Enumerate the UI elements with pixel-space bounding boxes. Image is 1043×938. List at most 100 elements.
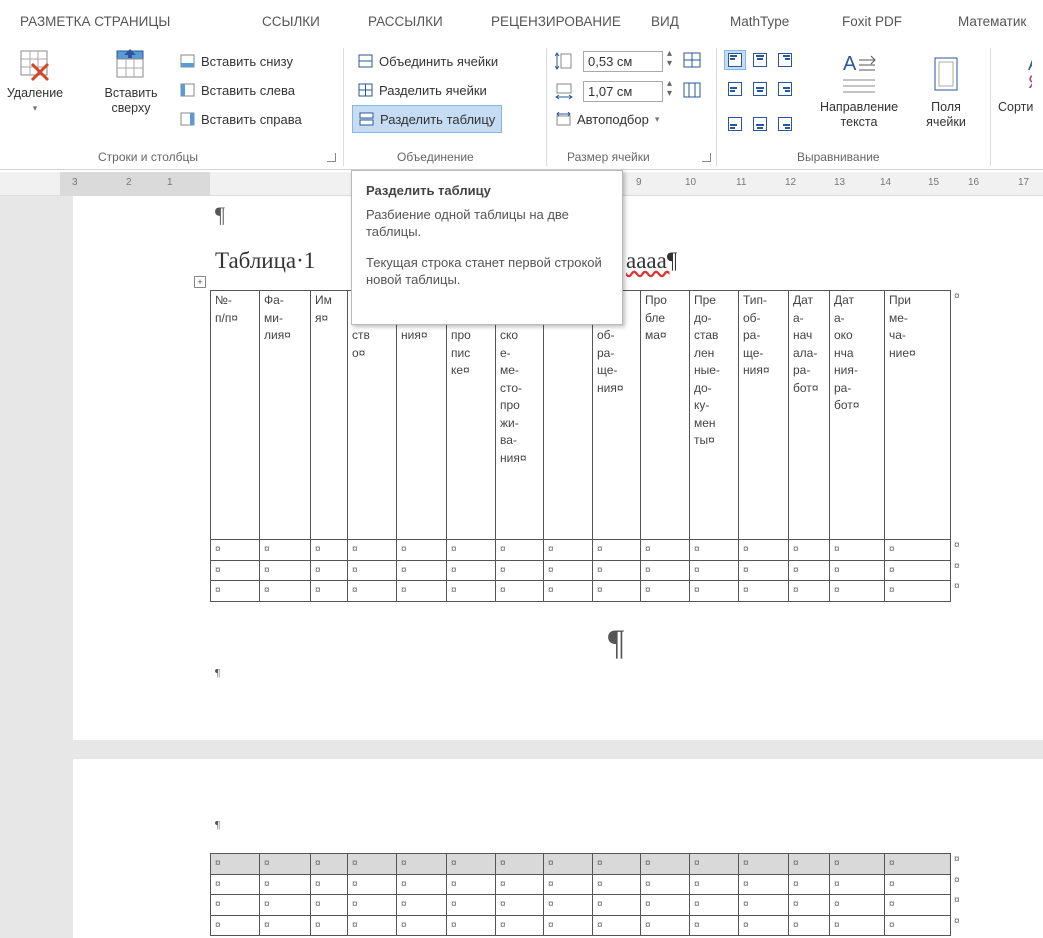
table-cell[interactable]: ¤ <box>446 853 496 875</box>
table-cell[interactable]: ¤ <box>592 873 641 895</box>
table-cell[interactable]: ¤ <box>738 559 789 581</box>
table-cell[interactable]: ¤ <box>689 853 739 875</box>
table-cell[interactable]: ¤ <box>396 580 447 602</box>
align-top-right-icon[interactable] <box>778 53 792 67</box>
table-cell[interactable]: ¤ <box>210 559 260 581</box>
table-cell[interactable]: ¤ <box>259 853 311 875</box>
table-cell[interactable]: ¤ <box>689 539 739 561</box>
table-row[interactable]: ¤ ¤ ¤ ¤ ¤ ¤ ¤ ¤ ¤ ¤ ¤ ¤ ¤ ¤ ¤ <box>210 559 951 581</box>
table-cell[interactable]: ¤ <box>738 580 789 602</box>
rows-columns-launcher-icon[interactable] <box>327 153 336 162</box>
table-header-cell[interactable]: Им я¤ <box>310 290 348 540</box>
table-header-cell[interactable]: Тип- об- ра- ще- ния¤ <box>738 290 789 540</box>
delete-button[interactable]: Удаление ▾ <box>4 48 66 116</box>
table-header-row[interactable]: №- п/п¤Фа- ми- лия¤Им я¤ че ств о¤ де- н… <box>210 290 951 540</box>
split-cells-button[interactable]: Разделить ячейки <box>358 79 487 101</box>
table-cell[interactable]: ¤ <box>829 580 885 602</box>
tab-math[interactable]: Математик <box>958 14 1026 29</box>
table-move-handle-icon[interactable]: + <box>194 276 206 288</box>
tab-view[interactable]: ВИД <box>651 14 679 29</box>
table-cell[interactable]: ¤ <box>347 853 397 875</box>
table-cell[interactable]: ¤ <box>210 580 260 602</box>
table-cell[interactable]: ¤ <box>347 559 397 581</box>
table-cell[interactable]: ¤ <box>592 539 641 561</box>
table-cell[interactable]: ¤ <box>829 853 885 875</box>
table-cell[interactable]: ¤ <box>640 580 690 602</box>
table-cell[interactable]: ¤ <box>495 914 544 936</box>
table-cell[interactable]: ¤ <box>788 559 830 581</box>
table-cell[interactable]: ¤ <box>592 894 641 916</box>
table-cell[interactable]: ¤ <box>640 559 690 581</box>
table-cell[interactable]: ¤ <box>310 894 348 916</box>
table-row[interactable]: ¤ ¤ ¤ ¤ ¤ ¤ ¤ ¤ ¤ ¤ ¤ ¤ ¤ ¤ ¤ <box>210 894 951 916</box>
table-cell[interactable]: ¤ <box>210 873 260 895</box>
table-cell[interactable]: ¤ <box>543 559 593 581</box>
table-cell[interactable]: ¤ <box>446 580 496 602</box>
table-cell[interactable]: ¤ <box>689 873 739 895</box>
table-cell[interactable]: ¤ <box>495 873 544 895</box>
table-cell[interactable]: ¤ <box>788 914 830 936</box>
insert-left-button[interactable]: Вставить слева <box>180 79 295 101</box>
table-header-cell[interactable]: Про бле ма¤ <box>640 290 690 540</box>
table-cell[interactable]: ¤ <box>446 873 496 895</box>
table-cell[interactable]: ¤ <box>543 539 593 561</box>
table-cell[interactable]: ¤ <box>829 873 885 895</box>
row-height-input[interactable]: 0,53 см <box>583 51 663 72</box>
table-cell[interactable]: ¤ <box>210 853 260 875</box>
table-header-cell[interactable]: №- п/п¤ <box>210 290 260 540</box>
table-cell[interactable]: ¤ <box>738 853 789 875</box>
table-cell[interactable]: ¤ <box>396 894 447 916</box>
table-header-cell[interactable]: Дат а- нач ала- ра- бот¤ <box>788 290 830 540</box>
table-header-cell[interactable]: че- ско е- ме- сто- про жи- ва- ния¤ <box>495 290 544 540</box>
table-cell[interactable]: ¤ <box>495 539 544 561</box>
table-cell[interactable]: ¤ <box>788 539 830 561</box>
table-cell[interactable]: ¤ <box>738 894 789 916</box>
table-cell[interactable]: ¤ <box>347 914 397 936</box>
table-cell[interactable]: ¤ <box>788 580 830 602</box>
table-cell[interactable]: ¤ <box>829 894 885 916</box>
align-top-center-icon[interactable] <box>753 53 767 67</box>
table-header-cell[interactable]: Пре до- став лен ные- до- ку- мен ты¤ <box>689 290 739 540</box>
table-cell[interactable]: ¤ <box>829 559 885 581</box>
table-cell[interactable]: ¤ <box>640 894 690 916</box>
table-cell[interactable]: ¤ <box>592 580 641 602</box>
table-cell[interactable]: ¤ <box>396 873 447 895</box>
table-cell[interactable]: ¤ <box>788 894 830 916</box>
table-header-cell[interactable]: че ств о¤ <box>347 290 397 540</box>
table-header-cell[interactable]: Фа- ми- лия¤ <box>259 290 311 540</box>
table-cell[interactable]: ¤ <box>347 580 397 602</box>
table-cell[interactable]: ¤ <box>396 914 447 936</box>
data-table-2[interactable]: ¤ ¤ ¤ ¤ ¤ ¤ ¤ ¤ ¤ ¤ ¤ ¤ ¤ ¤ ¤ ¤ ¤ ¤ ¤ ¤ ¤ ¤ ¤ ¤ ¤ ¤ ¤ ¤ ¤ ¤ ¤ ¤ ¤ ¤ ¤ ¤ ¤ ¤ ¤ ¤… <box>210 853 951 936</box>
align-middle-left-icon[interactable] <box>728 82 742 96</box>
column-width-spinner[interactable]: ▴ ▾ <box>667 79 672 99</box>
table-cell[interactable]: ¤ <box>689 580 739 602</box>
table-cell[interactable]: ¤ <box>640 873 690 895</box>
cell-margins-button[interactable]: Поля ячейки <box>918 50 974 130</box>
table-cell[interactable]: ¤ <box>738 914 789 936</box>
table-cell[interactable]: ¤ <box>396 559 447 581</box>
insert-below-button[interactable]: Вставить снизу <box>180 50 293 72</box>
table-cell[interactable]: ¤ <box>495 580 544 602</box>
table-cell[interactable]: ¤ <box>640 853 690 875</box>
tab-mathtype[interactable]: MathType <box>730 14 789 29</box>
table-cell[interactable]: ¤ <box>543 580 593 602</box>
table-cell[interactable]: ¤ <box>310 580 348 602</box>
tab-review[interactable]: РЕЦЕНЗИРОВАНИЕ <box>491 14 621 29</box>
table-cell[interactable]: ¤ <box>884 559 951 581</box>
align-middle-right-icon[interactable] <box>778 82 792 96</box>
table-cell[interactable]: ¤ <box>446 539 496 561</box>
table-header-cell[interactable]: Дат а- об- ра- ще- ния¤ <box>592 290 641 540</box>
table-cell[interactable]: ¤ <box>884 853 951 875</box>
table-cell[interactable]: ¤ <box>347 894 397 916</box>
table-cell[interactable]: ¤ <box>446 894 496 916</box>
table-cell[interactable]: ¤ <box>829 914 885 936</box>
table-cell[interactable]: ¤ <box>884 894 951 916</box>
table-cell[interactable]: ¤ <box>788 873 830 895</box>
table-cell[interactable]: ¤ <box>640 539 690 561</box>
table-cell[interactable]: ¤ <box>210 894 260 916</box>
table-cell[interactable]: ¤ <box>884 580 951 602</box>
tab-mailings[interactable]: РАССЫЛКИ <box>368 14 443 29</box>
table-cell[interactable]: ¤ <box>259 894 311 916</box>
table-cell[interactable]: ¤ <box>310 559 348 581</box>
table-cell[interactable]: ¤ <box>396 853 447 875</box>
